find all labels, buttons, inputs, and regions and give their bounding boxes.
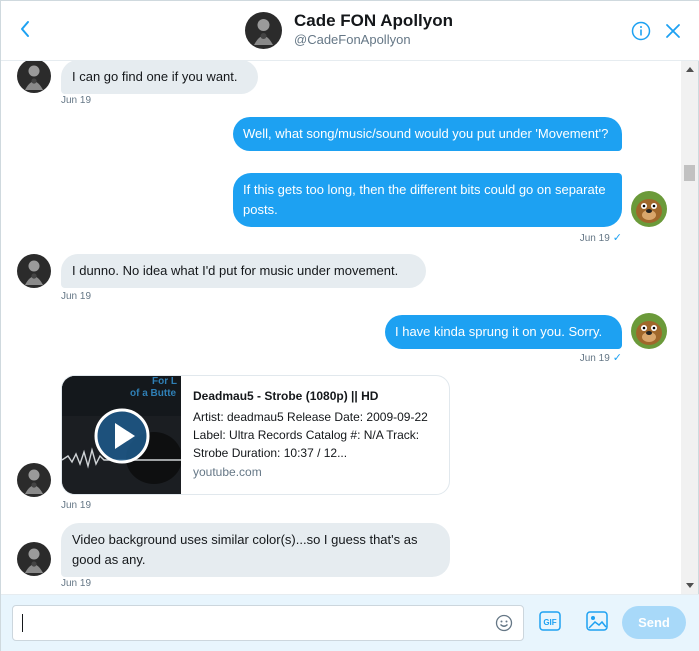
svg-text:For L: For L (152, 376, 177, 387)
scroll-down-icon[interactable] (686, 583, 694, 588)
conversation-header: Cade FON Apollyon @CadeFonApollyon (1, 1, 699, 61)
card-domain[interactable]: youtube.com (193, 465, 262, 479)
message-input[interactable] (12, 605, 524, 641)
scroll-up-icon[interactable] (686, 67, 694, 72)
date-text: Jun 19 (579, 233, 610, 244)
my-avatar[interactable] (631, 191, 667, 227)
message-composer: GIF Send (1, 594, 699, 651)
sender-avatar[interactable] (17, 61, 51, 93)
card-title[interactable]: Deadmau5 - Strobe (1080p) || HD (193, 388, 441, 404)
message-bubble-outgoing[interactable]: Well, what song/music/sound would you pu… (233, 117, 622, 151)
contact-name[interactable]: Cade FON Apollyon (294, 11, 453, 31)
message-list[interactable]: I can go find one if you want. Jun 19 We… (1, 61, 681, 594)
send-button[interactable]: Send (622, 606, 686, 639)
message-bubble-outgoing[interactable]: If this gets too long, then the differen… (233, 173, 622, 227)
message-bubble-incoming[interactable]: Video background uses similar color(s)..… (61, 523, 450, 577)
emoji-icon[interactable] (495, 614, 513, 632)
message-bubble-outgoing[interactable]: I have kinda sprung it on you. Sorry. (385, 315, 622, 349)
message-date: Jun 19 (61, 291, 92, 302)
message-date: Jun 19 ✓ (541, 351, 622, 364)
link-preview-card[interactable]: For L of a Butte Deadmau5 - Strobe (1080… (61, 375, 450, 495)
info-icon[interactable] (631, 21, 651, 41)
date-text: Jun 19 (579, 353, 610, 364)
sender-avatar[interactable] (17, 254, 51, 288)
text-caret (22, 614, 23, 632)
message-date: Jun 19 ✓ (541, 231, 622, 244)
dm-window: Cade FON Apollyon @CadeFonApollyon I can… (0, 0, 699, 651)
header-avatar[interactable] (245, 12, 282, 49)
message-bubble-incoming[interactable]: I can go find one if you want. (61, 61, 258, 94)
read-check-icon: ✓ (612, 232, 622, 244)
sender-avatar[interactable] (17, 463, 51, 497)
gif-icon[interactable]: GIF (539, 611, 561, 631)
gif-label: GIF (543, 618, 556, 627)
scroll-thumb[interactable] (684, 165, 695, 181)
message-date: Jun 19 (61, 578, 92, 589)
scrollbar[interactable] (681, 61, 698, 594)
contact-handle[interactable]: @CadeFonApollyon (294, 32, 411, 47)
svg-text:of a Butte: of a Butte (130, 388, 177, 399)
back-arrow-icon[interactable] (15, 17, 37, 41)
sender-avatar[interactable] (17, 542, 51, 576)
image-icon[interactable] (586, 611, 608, 631)
card-description: Artist: deadmau5 Release Date: 2009-09-2… (193, 410, 428, 460)
close-icon[interactable] (665, 23, 681, 39)
my-avatar[interactable] (631, 313, 667, 349)
video-thumbnail[interactable]: For L of a Butte (62, 376, 181, 494)
message-date: Jun 19 (61, 500, 92, 511)
message-date: Jun 19 (61, 95, 92, 106)
message-bubble-incoming[interactable]: I dunno. No idea what I'd put for music … (61, 254, 426, 288)
read-check-icon: ✓ (612, 352, 622, 364)
